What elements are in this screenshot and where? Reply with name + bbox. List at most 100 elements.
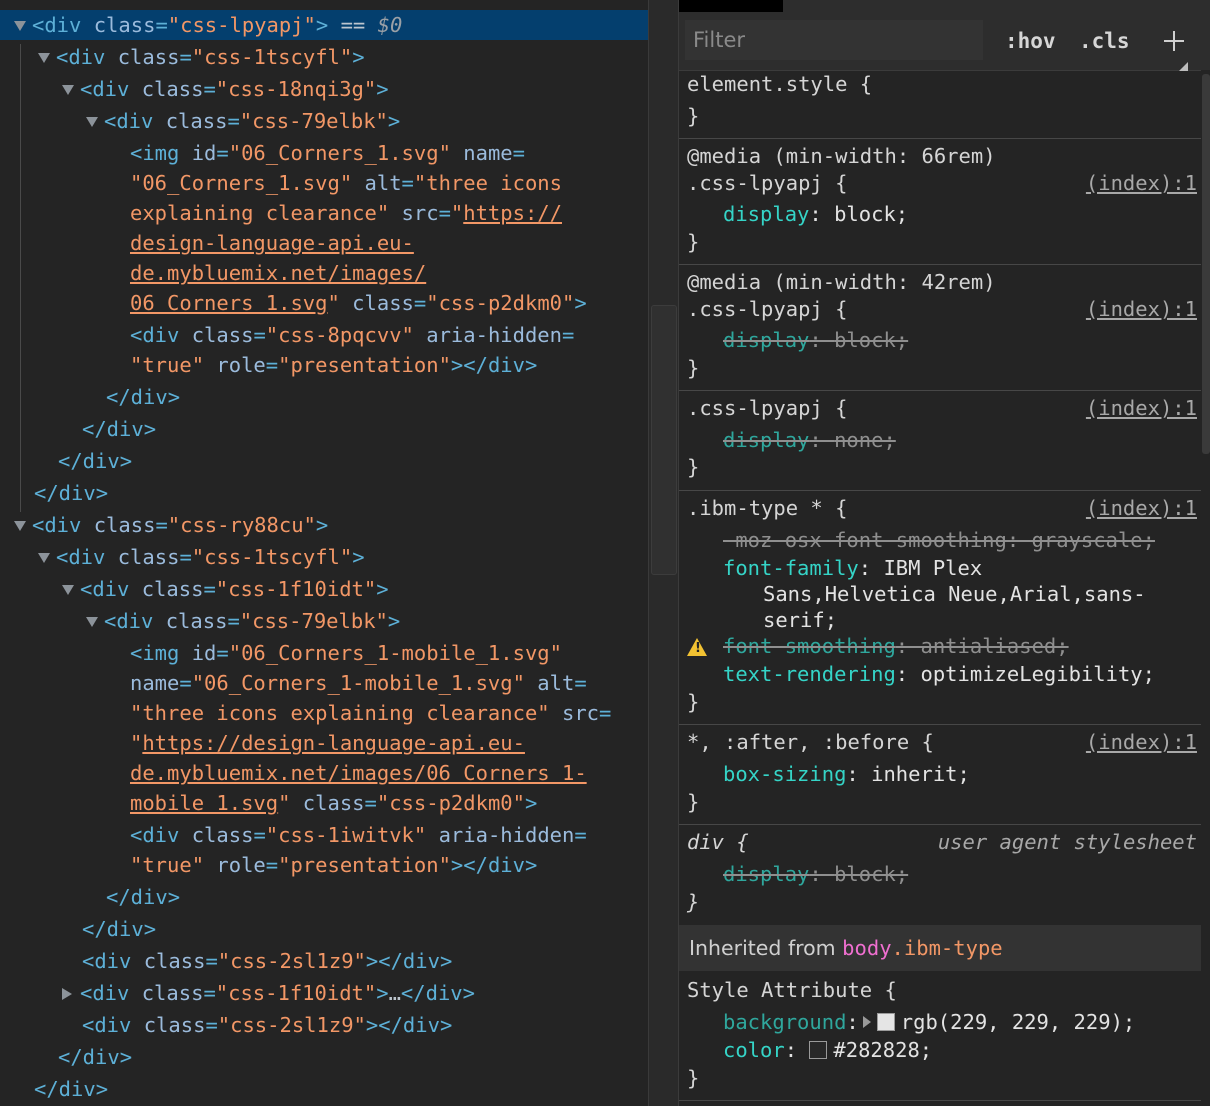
css-value[interactable]: inherit; bbox=[871, 762, 970, 786]
expand-arrow-icon[interactable] bbox=[62, 988, 72, 1000]
dom-node-line[interactable]: <div class="css-2sl1z9"></div> bbox=[0, 1010, 648, 1040]
css-declaration[interactable]: text-rendering: optimizeLegibility; bbox=[723, 660, 1155, 688]
css-property[interactable]: color bbox=[723, 1038, 785, 1062]
dom-node-line[interactable]: </div> bbox=[0, 914, 648, 944]
css-declaration[interactable]: background: rgb(229, 229, 229); bbox=[723, 1008, 1135, 1036]
css-value[interactable]: none; bbox=[834, 428, 896, 452]
css-value[interactable]: block; bbox=[834, 328, 908, 352]
expand-shorthand-icon[interactable] bbox=[862, 1016, 871, 1028]
resource-link[interactable]: mobile 1.svg bbox=[130, 791, 278, 815]
css-declaration[interactable]: box-sizing: inherit; bbox=[723, 760, 970, 788]
dom-node-line[interactable]: </div> bbox=[0, 478, 648, 508]
dom-node-line[interactable]: name="06_Corners_1-mobile_1.svg" alt= bbox=[0, 668, 648, 698]
dom-node-line[interactable]: de.mybluemix.net/images/06 Corners 1- bbox=[0, 758, 648, 788]
active-tab-indicator[interactable] bbox=[679, 0, 783, 12]
filter-input[interactable] bbox=[685, 20, 983, 60]
dom-node-line[interactable]: </div> bbox=[0, 382, 648, 412]
dom-node-line[interactable]: <img id="06_Corners_1.svg" name= bbox=[0, 138, 648, 168]
panel-splitter[interactable] bbox=[648, 0, 679, 1106]
overridden-declaration[interactable]: display: block; bbox=[723, 860, 908, 888]
dom-node-line[interactable]: "true" role="presentation"></div> bbox=[0, 350, 648, 380]
rule-selector[interactable]: *, :after, :before { bbox=[687, 728, 934, 756]
css-value[interactable]: optimizeLegibility; bbox=[920, 662, 1155, 686]
collapse-arrow-icon[interactable] bbox=[14, 21, 26, 31]
css-value[interactable]: IBM Plex bbox=[883, 556, 982, 580]
rule-source-link[interactable]: (index):1 bbox=[1086, 169, 1197, 197]
rule-source-link[interactable]: (index):1 bbox=[1086, 295, 1197, 323]
resource-link[interactable]: de.mybluemix.net/images/06 Corners 1- bbox=[130, 761, 587, 785]
dom-node-line[interactable]: <div class="css-1tscyfl"> bbox=[0, 42, 648, 72]
styles-scrollbar[interactable] bbox=[1201, 70, 1210, 1106]
css-property[interactable]: text-rendering bbox=[723, 662, 896, 686]
elements-scrollbar-thumb[interactable] bbox=[651, 305, 677, 575]
dom-node-line[interactable]: </div> bbox=[0, 446, 648, 476]
dom-node-line[interactable]: de.mybluemix.net/images/ bbox=[0, 258, 648, 288]
resource-link[interactable]: https://design-language-api.eu- bbox=[142, 731, 525, 755]
dom-node-line[interactable]: <div class="css-1iwitvk" aria-hidden= bbox=[0, 820, 648, 850]
css-property[interactable]: display bbox=[723, 328, 809, 352]
dom-node-line[interactable]: <div class="css-1tscyfl"> bbox=[0, 542, 648, 572]
styles-scrollbar-thumb[interactable] bbox=[1202, 74, 1210, 454]
css-value[interactable]: block; bbox=[834, 202, 908, 226]
collapse-arrow-icon[interactable] bbox=[62, 585, 74, 595]
inherited-selector-link[interactable]: body bbox=[842, 936, 891, 960]
css-property[interactable]: display bbox=[723, 428, 809, 452]
collapse-arrow-icon[interactable] bbox=[62, 85, 74, 95]
rule-source-link[interactable]: (index):1 bbox=[1086, 394, 1197, 422]
dom-node-line[interactable]: <div class="css-1f10idt">…</div> bbox=[0, 978, 648, 1008]
css-property[interactable]: font-family bbox=[723, 556, 859, 580]
overridden-declaration[interactable]: display: block; bbox=[723, 326, 908, 354]
dom-node-line[interactable]: </div> bbox=[0, 882, 648, 912]
css-property[interactable]: font-smoothing bbox=[723, 634, 896, 658]
dom-node-line[interactable]: <div class="css-1f10idt"> bbox=[0, 574, 648, 604]
rule-source-link[interactable]: (index):1 bbox=[1086, 728, 1197, 756]
rule-selector[interactable]: .css-lpyapj { bbox=[687, 295, 847, 323]
dom-node-line[interactable]: <div class="css-79elbk"> bbox=[0, 606, 648, 636]
dom-node-line[interactable]: "06_Corners_1.svg" alt="three icons bbox=[0, 168, 648, 198]
overridden-declaration[interactable]: display: none; bbox=[723, 426, 896, 454]
dom-node-line[interactable]: "https://design-language-api.eu- bbox=[0, 728, 648, 758]
dom-node-line[interactable]: <img id="06_Corners_1-mobile_1.svg" bbox=[0, 638, 648, 668]
collapse-arrow-icon[interactable] bbox=[38, 53, 50, 63]
dom-node-line[interactable]: <div class="css-ry88cu"> bbox=[0, 510, 648, 540]
collapse-arrow-icon[interactable] bbox=[14, 521, 26, 531]
css-property[interactable]: box-sizing bbox=[723, 762, 846, 786]
collapse-arrow-icon[interactable] bbox=[86, 617, 98, 627]
rule-selector[interactable]: .ibm-type * { bbox=[687, 494, 847, 522]
overridden-declaration[interactable]: -moz-osx-font-smoothing: grayscale; bbox=[723, 526, 1155, 554]
css-value[interactable]: block; bbox=[834, 862, 908, 886]
css-property[interactable]: background bbox=[723, 1010, 846, 1034]
style-attribute-header[interactable]: Style Attribute { bbox=[687, 976, 897, 1004]
rule-selector[interactable]: .css-lpyapj { bbox=[687, 394, 847, 422]
collapse-arrow-icon[interactable] bbox=[86, 117, 98, 127]
resource-link[interactable]: design-language-api.eu- bbox=[130, 231, 414, 255]
resource-link[interactable]: de.mybluemix.net/images/ bbox=[130, 261, 426, 285]
resource-link[interactable]: 06 Corners 1.svg bbox=[130, 291, 327, 315]
dom-node-line[interactable]: <div class="css-8pqcvv" aria-hidden= bbox=[0, 320, 648, 350]
css-declaration[interactable]: color: #282828; bbox=[723, 1036, 932, 1064]
css-declaration[interactable]: font-family: IBM Plex bbox=[723, 554, 982, 582]
resource-link[interactable]: https:// bbox=[463, 201, 562, 225]
css-value[interactable]: #282828; bbox=[833, 1038, 932, 1062]
dom-node-line[interactable]: <div class="css-79elbk"> bbox=[0, 106, 648, 136]
dom-node-line[interactable]: 06 Corners 1.svg" class="css-p2dkm0"> bbox=[0, 288, 648, 318]
css-property[interactable]: display bbox=[723, 202, 809, 226]
dom-node-line[interactable]: mobile 1.svg" class="css-p2dkm0"> bbox=[0, 788, 648, 818]
css-property[interactable]: display bbox=[723, 862, 809, 886]
dom-node-line[interactable]: </div> bbox=[0, 1074, 648, 1104]
selected-dom-node[interactable]: <div class="css-lpyapj"> == $0 bbox=[0, 10, 648, 40]
element-style-selector[interactable]: element.style { bbox=[687, 70, 872, 98]
new-style-rule-button[interactable] bbox=[1157, 24, 1191, 58]
css-declaration[interactable]: display: block; bbox=[723, 200, 908, 228]
dom-node-line[interactable]: design-language-api.eu- bbox=[0, 228, 648, 258]
color-swatch[interactable] bbox=[876, 1013, 895, 1031]
dom-node-line[interactable]: </div> bbox=[0, 414, 648, 444]
rule-selector[interactable]: .css-lpyapj { bbox=[687, 169, 847, 197]
dom-node-line[interactable]: explaining clearance" src="https:// bbox=[0, 198, 648, 228]
dom-node-line[interactable]: <div class="css-2sl1z9"></div> bbox=[0, 946, 648, 976]
collapse-arrow-icon[interactable] bbox=[38, 553, 50, 563]
invalid-declaration[interactable]: font-smoothing: antialiased; bbox=[723, 632, 1069, 660]
dom-node-line[interactable]: "true" role="presentation"></div> bbox=[0, 850, 648, 880]
dom-node-line[interactable]: </div> bbox=[0, 1042, 648, 1072]
rule-source-link[interactable]: (index):1 bbox=[1086, 494, 1197, 522]
